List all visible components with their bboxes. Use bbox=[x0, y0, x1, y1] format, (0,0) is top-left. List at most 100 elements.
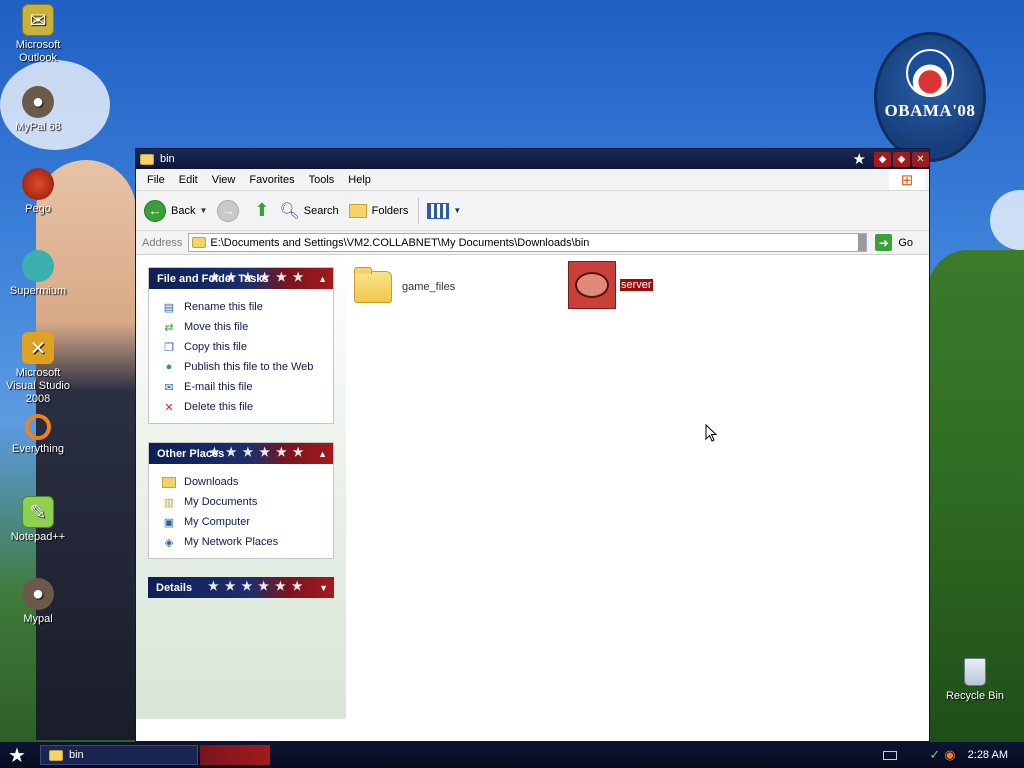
views-icon bbox=[427, 202, 450, 219]
task-move[interactable]: ⇄ Move this file bbox=[161, 317, 323, 337]
task-label: Rename this file bbox=[184, 301, 263, 313]
maximize-button[interactable]: ◆ bbox=[893, 151, 910, 167]
folder-icon bbox=[354, 267, 392, 303]
move-icon: ⇄ bbox=[164, 321, 174, 334]
task-label: Move this file bbox=[184, 321, 249, 333]
supermium-icon bbox=[22, 250, 54, 282]
system-tray: ✓ ◉ 2:28 AM bbox=[883, 742, 1024, 768]
search-tray-icon[interactable]: ◉ bbox=[944, 747, 955, 763]
task-publish[interactable]: ● Publish this file to the Web bbox=[161, 357, 323, 377]
folders-button[interactable]: Folders bbox=[348, 203, 408, 218]
network-tray-icon[interactable]: ✓ bbox=[929, 747, 940, 763]
toolbar-separator bbox=[418, 197, 420, 224]
place-my-documents[interactable]: ▥ My Documents bbox=[161, 492, 323, 512]
keyboard-icon[interactable] bbox=[883, 750, 898, 760]
menu-view[interactable]: View bbox=[205, 174, 243, 186]
place-network[interactable]: ◈ My Network Places bbox=[161, 532, 323, 552]
address-dropdown[interactable] bbox=[858, 234, 867, 251]
menu-file[interactable]: File bbox=[140, 174, 172, 186]
task-copy[interactable]: ❐ Copy this file bbox=[161, 337, 323, 357]
delete-icon: ✕ bbox=[164, 401, 174, 414]
task-label: Delete this file bbox=[184, 401, 254, 413]
details-panel: ★★★★★★ Details ▼ bbox=[148, 577, 334, 598]
pego-icon bbox=[22, 168, 54, 200]
collapse-chevron-icon[interactable]: ▲ bbox=[318, 274, 327, 284]
file-tasks-title: File and Folder Tasks bbox=[157, 272, 269, 285]
desktop-icon-notepadpp[interactable]: ✎ Notepad++ bbox=[0, 496, 76, 544]
details-header[interactable]: ★★★★★★ Details ▼ bbox=[148, 577, 334, 598]
close-button[interactable]: ✕ bbox=[912, 151, 929, 167]
file-item-game-files[interactable]: game_files bbox=[354, 267, 455, 303]
task-email[interactable]: ✉ E-mail this file bbox=[161, 377, 323, 397]
other-places-header[interactable]: ★★★★★★ Other Places ▲ bbox=[149, 443, 333, 464]
mypal-icon: ● bbox=[22, 578, 54, 610]
address-input[interactable]: E:\Documents and Settings\VM2.COLLABNET\… bbox=[188, 233, 868, 252]
taskbar-item-bin[interactable]: bin bbox=[40, 745, 198, 765]
clock[interactable]: 2:28 AM bbox=[968, 749, 1008, 761]
desktop-icon-mypal[interactable]: ● Mypal bbox=[0, 578, 76, 626]
place-my-computer[interactable]: ▣ My Computer bbox=[161, 512, 323, 532]
task-delete[interactable]: ✕ Delete this file bbox=[161, 397, 323, 417]
place-label: My Computer bbox=[184, 516, 251, 528]
address-path: E:\Documents and Settings\VM2.COLLABNET\… bbox=[210, 236, 590, 249]
back-button[interactable]: ← Back ▼ bbox=[144, 199, 207, 222]
folder-icon bbox=[192, 237, 207, 248]
other-places-title: Other Places bbox=[157, 447, 225, 460]
search-label: Search bbox=[303, 204, 339, 217]
desktop-icon-mypal68[interactable]: ● MyPal 68 bbox=[0, 86, 76, 134]
explorer-window: bin ★ ◆ ◆ ✕ File Edit View Favorites Too… bbox=[135, 148, 930, 742]
desktop-icon-recycle-bin[interactable]: Recycle Bin bbox=[940, 658, 1010, 702]
file-item-server[interactable]: server bbox=[568, 261, 653, 309]
file-tasks-header[interactable]: ★★★★★★ File and Folder Tasks ▲ bbox=[149, 268, 333, 289]
taskbar-item-label: bin bbox=[69, 749, 84, 761]
task-rename[interactable]: ▤ Rename this file bbox=[161, 297, 323, 317]
desktop-icon-outlook[interactable]: ✉ Microsoft Outlook bbox=[0, 4, 76, 65]
menu-tools[interactable]: Tools bbox=[302, 174, 342, 186]
folder-icon bbox=[140, 153, 154, 165]
menu-help[interactable]: Help bbox=[341, 174, 378, 186]
forward-arrow-icon: → bbox=[217, 199, 240, 222]
start-button[interactable]: ★ bbox=[0, 742, 34, 768]
address-label: Address bbox=[142, 236, 183, 249]
taskbar-decoration bbox=[200, 745, 270, 765]
file-list: game_files server bbox=[346, 255, 929, 719]
desktop-icon-pego[interactable]: Pego bbox=[0, 168, 76, 216]
search-button[interactable]: 🔍︎ Search bbox=[279, 201, 338, 221]
taskbar: ★ bin ✓ ◉ 2:28 AM bbox=[0, 742, 1024, 768]
minimize-button[interactable]: ◆ bbox=[874, 151, 891, 167]
views-button[interactable]: ▼ bbox=[427, 202, 461, 219]
recycle-bin-label: Recycle Bin bbox=[945, 690, 1005, 702]
content-area: ★★★★★★ File and Folder Tasks ▲ ▤ Rename t… bbox=[136, 255, 929, 719]
file-tasks-panel: ★★★★★★ File and Folder Tasks ▲ ▤ Rename t… bbox=[148, 267, 334, 424]
everything-icon bbox=[25, 414, 51, 440]
up-button[interactable]: ⬆ bbox=[254, 200, 269, 221]
forward-button[interactable]: → bbox=[217, 199, 244, 222]
collapse-chevron-icon[interactable]: ▲ bbox=[318, 449, 327, 459]
desktop-icon-label: Microsoft Visual Studio 2008 bbox=[5, 367, 70, 405]
folder-icon bbox=[49, 749, 63, 761]
place-downloads[interactable]: Downloads bbox=[161, 472, 323, 492]
desktop-icon-label: Pego bbox=[25, 203, 51, 215]
desktop-icon-visual-studio[interactable]: ✕ Microsoft Visual Studio 2008 bbox=[0, 332, 76, 406]
go-arrow-icon: ➜ bbox=[875, 234, 893, 251]
desktop-icon-everything[interactable]: Everything bbox=[0, 414, 76, 456]
my-documents-icon: ▥ bbox=[163, 496, 175, 509]
rename-icon: ▤ bbox=[163, 301, 175, 314]
toolbar: ← Back ▼ → ⬆ 🔍︎ Search Folders ▼ bbox=[136, 191, 929, 231]
go-button[interactable]: ➜ Go bbox=[875, 234, 913, 251]
campaign-badge-text: OBAMA'08 bbox=[884, 101, 976, 120]
menu-edit[interactable]: Edit bbox=[172, 174, 205, 186]
expand-chevron-icon[interactable]: ▼ bbox=[319, 583, 328, 593]
back-dropdown-icon[interactable]: ▼ bbox=[199, 206, 207, 215]
task-label: Publish this file to the Web bbox=[184, 361, 314, 373]
desktop-icon-label: Everything bbox=[12, 443, 64, 455]
menu-favorites[interactable]: Favorites bbox=[242, 174, 301, 186]
desktop-icon-supermium[interactable]: Supermium bbox=[0, 250, 76, 298]
wallpaper-cloud bbox=[990, 190, 1024, 250]
folders-icon bbox=[348, 203, 367, 218]
network-icon: ◈ bbox=[164, 536, 174, 549]
title-bar[interactable]: bin ★ ◆ ◆ ✕ bbox=[136, 149, 929, 169]
email-icon: ✉ bbox=[164, 381, 174, 394]
desktop-icon-label: Notepad++ bbox=[10, 531, 66, 543]
folder-icon bbox=[161, 475, 177, 489]
